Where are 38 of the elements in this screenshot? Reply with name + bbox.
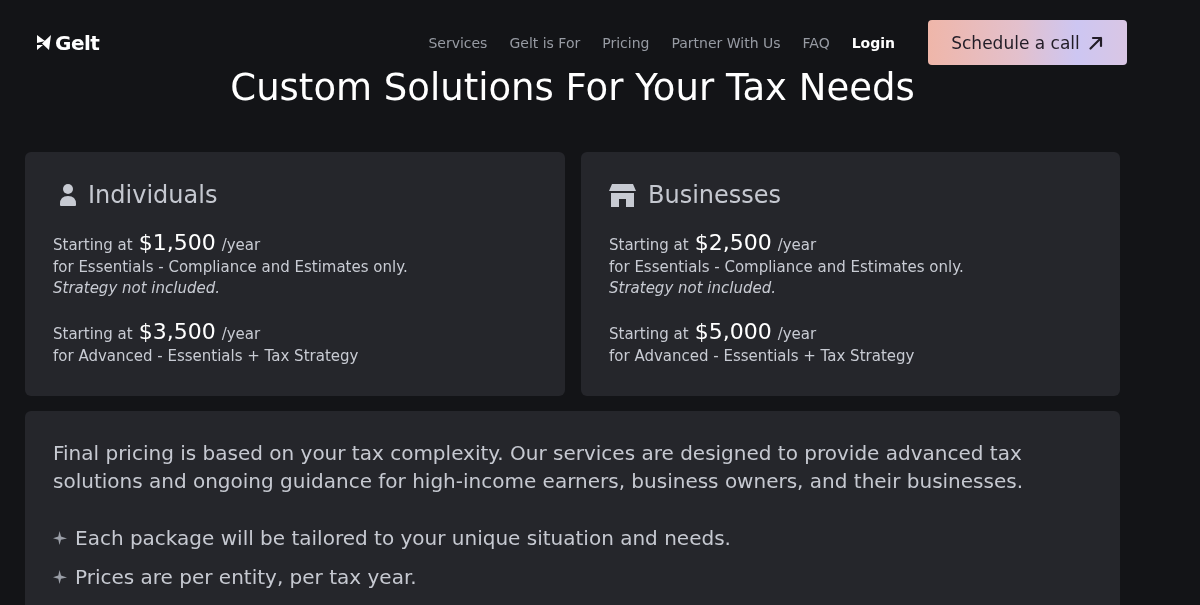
price-prefix: Starting at <box>609 235 689 256</box>
plan-description: for Advanced - Essentials + Tax Strategy <box>53 346 360 367</box>
bullet-text: Each package will be tailored to your unique situation and needs. <box>75 525 731 552</box>
page-title: Custom Solutions For Your Tax Needs <box>229 66 916 110</box>
card-title: Businesses <box>648 180 782 210</box>
logo-text[interactable]: Gelt <box>55 30 100 55</box>
nav-link[interactable]: FAQ <box>802 34 830 51</box>
nav-link[interactable]: Pricing <box>602 34 650 51</box>
price-unit: /year <box>777 324 817 345</box>
bullet-text: Prices are per entity, per tax year. <box>75 564 417 591</box>
price-amount: $5,000 <box>694 318 772 346</box>
price-amount: $2,500 <box>694 229 772 257</box>
sparkle-icon <box>53 531 67 545</box>
schedule-call-button[interactable]: Schedule a call <box>928 20 1127 65</box>
price-prefix: Starting at <box>609 324 689 345</box>
arrow-icon <box>1087 34 1104 51</box>
plan-note: Strategy not included. <box>53 278 221 299</box>
plan-description: for Essentials - Compliance and Estimates only. <box>609 257 965 278</box>
price-unit: /year <box>777 235 817 256</box>
store-icon <box>609 183 636 207</box>
logo-icon <box>37 35 51 50</box>
nav-link[interactable]: Gelt is For <box>509 34 581 51</box>
price-amount: $1,500 <box>138 229 216 257</box>
login-link[interactable]: Login <box>851 34 895 51</box>
price-amount: $3,500 <box>138 318 216 346</box>
sparkle-icon <box>53 570 67 584</box>
plan-description: for Advanced - Essentials + Tax Strategy <box>609 346 916 367</box>
card-title: Individuals <box>88 180 218 210</box>
plan-note: Strategy not included. <box>609 278 777 299</box>
nav-link[interactable]: Partner With Us <box>671 34 781 51</box>
price-prefix: Starting at <box>53 324 133 345</box>
plan-description: for Essentials - Compliance and Estimates only. <box>53 257 409 278</box>
price-unit: /year <box>221 235 261 256</box>
price-unit: /year <box>221 324 261 345</box>
nav-link[interactable]: Services <box>428 34 488 51</box>
person-icon <box>60 184 76 206</box>
price-prefix: Starting at <box>53 235 133 256</box>
info-paragraph: Final pricing is based on your tax complexity. Our services are designed to provide advanced tax solutions and ongoing guidance for high-income earners, business owners, and their businesses. <box>53 440 1024 495</box>
